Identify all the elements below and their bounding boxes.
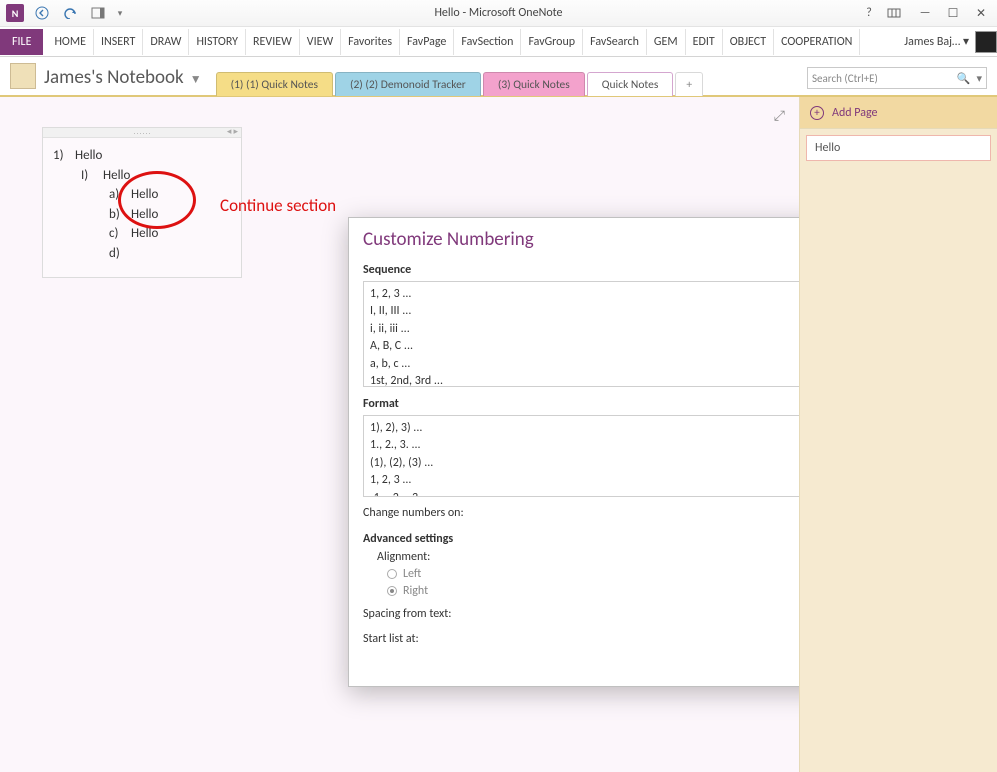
format-listbox[interactable]: 1), 2), 3) ... 1., 2., 3. ... (1), (2), … xyxy=(363,415,799,497)
undo-button[interactable] xyxy=(58,2,82,24)
annotation-circle xyxy=(118,171,196,229)
back-arrow-icon xyxy=(35,6,49,20)
ribbon-tab-favpage[interactable]: FavPage xyxy=(400,29,454,55)
section-bar: James's Notebook ▼ (1) (1) Quick Notes (… xyxy=(0,57,997,97)
ribbon-tab-favgroup[interactable]: FavGroup xyxy=(521,29,583,55)
ribbon-tab-favsection[interactable]: FavSection xyxy=(454,29,521,55)
ribbon-tab-home[interactable]: HOME xyxy=(47,29,94,55)
notebook-icon[interactable] xyxy=(10,63,36,89)
section-tab-active[interactable]: Quick Notes xyxy=(587,72,674,96)
radio-icon xyxy=(387,586,397,596)
fullscreen-button[interactable] xyxy=(887,8,907,18)
bullet-l2: I) xyxy=(81,166,103,186)
section-add-button[interactable]: + xyxy=(675,72,703,96)
spacing-label: Spacing from text: xyxy=(363,607,451,621)
sequence-opt-4[interactable]: a, b, c ... xyxy=(370,356,799,373)
ribbon-tab-gem[interactable]: GEM xyxy=(647,29,686,55)
ribbon-tab-favsearch[interactable]: FavSearch xyxy=(583,29,647,55)
search-icon: 🔍 xyxy=(957,72,971,85)
align-right-radio[interactable]: Right xyxy=(387,584,799,598)
radio-icon xyxy=(387,569,397,579)
customize-numbering-panel: Customize Numbering ▼ ✕ Sequence 1, 2, 3… xyxy=(348,217,799,687)
sequence-opt-1[interactable]: I, II, III ... xyxy=(370,303,799,320)
user-menu[interactable]: James Baj… ▾ xyxy=(898,28,975,55)
annotation-label: Continue section xyxy=(220,195,336,216)
plus-icon: + xyxy=(810,106,824,120)
start-label: Start list at: xyxy=(363,632,419,646)
title-bar: N ▾ Hello - Microsoft OneNote ? — ☐ ✕ xyxy=(0,0,997,27)
page-item-hello[interactable]: Hello xyxy=(806,135,991,161)
alignment-label: Alignment: xyxy=(377,550,799,564)
section-tab-1[interactable]: (1) (1) Quick Notes xyxy=(216,72,333,96)
sequence-opt-3[interactable]: A, B, C ... xyxy=(370,338,799,355)
help-button[interactable]: ? xyxy=(859,6,879,20)
ribbon-tab-insert[interactable]: INSERT xyxy=(94,29,143,55)
note-canvas[interactable]: ⤢ ⋯⋯ 1)Hello I)Hello a)Hello b)Hello c)H… xyxy=(0,97,799,772)
dock-button[interactable] xyxy=(86,2,110,24)
search-chevron-icon: ▾ xyxy=(976,72,982,85)
change-label: Change numbers on: xyxy=(363,506,464,520)
dock-icon xyxy=(91,7,105,19)
format-opt-4[interactable]: -1-, -2-, -3- ... xyxy=(370,490,799,497)
ribbon-tab-history[interactable]: HISTORY xyxy=(189,29,246,55)
user-avatar[interactable] xyxy=(975,31,997,53)
sequence-label: Sequence xyxy=(363,263,799,277)
bullet-l1: 1) xyxy=(53,146,75,166)
notebook-dropdown[interactable]: ▼ xyxy=(190,72,202,87)
align-left-radio[interactable]: Left xyxy=(387,567,799,581)
bullet-l3c: c) xyxy=(109,224,131,244)
add-page-label: Add Page xyxy=(832,106,877,120)
ribbon-tab-view[interactable]: VIEW xyxy=(300,29,341,55)
search-placeholder: Search (Ctrl+E) xyxy=(812,72,878,85)
page-list-pane: + Add Page Hello xyxy=(799,97,997,772)
section-tab-3[interactable]: (3) Quick Notes xyxy=(483,72,585,96)
fullscreen-icon xyxy=(887,8,901,18)
file-tab[interactable]: FILE xyxy=(0,29,43,55)
ribbon-tab-draw[interactable]: DRAW xyxy=(143,29,189,55)
minimize-button[interactable]: — xyxy=(915,6,935,20)
search-input[interactable]: Search (Ctrl+E) 🔍 ▾ xyxy=(807,67,987,89)
ribbon-tab-review[interactable]: REVIEW xyxy=(246,29,300,55)
bullet-l3d: d) xyxy=(109,244,131,264)
align-left-text: Left xyxy=(403,567,421,581)
ribbon-tab-favorites[interactable]: Favorites xyxy=(341,29,400,55)
align-right-text: Right xyxy=(403,584,428,598)
sequence-opt-2[interactable]: i, ii, iii ... xyxy=(370,321,799,338)
format-opt-0[interactable]: 1), 2), 3) ... xyxy=(370,420,799,437)
back-button[interactable] xyxy=(30,2,54,24)
format-label: Format xyxy=(363,397,799,411)
app-logo: N xyxy=(6,4,24,22)
notebook-name[interactable]: James's Notebook xyxy=(44,66,184,89)
advanced-label: Advanced settings xyxy=(363,532,799,546)
panel-title: Customize Numbering xyxy=(363,228,534,251)
qat-more-button[interactable]: ▾ xyxy=(114,2,126,24)
format-opt-2[interactable]: (1), (2), (3) ... xyxy=(370,455,799,472)
undo-icon xyxy=(63,7,77,19)
add-page-button[interactable]: + Add Page xyxy=(800,97,997,129)
window-title: Hello - Microsoft OneNote xyxy=(0,6,997,20)
text-l1[interactable]: Hello xyxy=(75,148,102,163)
chevron-down-icon: ▾ xyxy=(118,8,123,19)
expand-icon[interactable]: ⤢ xyxy=(774,107,785,124)
ribbon-tab-edit[interactable]: EDIT xyxy=(686,29,723,55)
close-button[interactable]: ✕ xyxy=(971,6,991,21)
ribbon: FILE HOME INSERT DRAW HISTORY REVIEW VIE… xyxy=(0,27,997,57)
ribbon-tab-object[interactable]: OBJECT xyxy=(723,29,774,55)
maximize-button[interactable]: ☐ xyxy=(943,6,963,21)
sequence-opt-5[interactable]: 1st, 2nd, 3rd ... xyxy=(370,373,799,387)
section-tab-2[interactable]: (2) (2) Demonoid Tracker xyxy=(335,72,481,96)
container-grip[interactable]: ⋯⋯ xyxy=(43,128,241,138)
format-opt-1[interactable]: 1., 2., 3. ... xyxy=(370,437,799,454)
sequence-opt-0[interactable]: 1, 2, 3 ... xyxy=(370,286,799,303)
ribbon-tab-cooperation[interactable]: COOPERATION xyxy=(774,29,860,55)
sequence-listbox[interactable]: 1, 2, 3 ... I, II, III ... i, ii, iii ..… xyxy=(363,281,799,387)
format-opt-3[interactable]: 1, 2, 3 ... xyxy=(370,472,799,489)
